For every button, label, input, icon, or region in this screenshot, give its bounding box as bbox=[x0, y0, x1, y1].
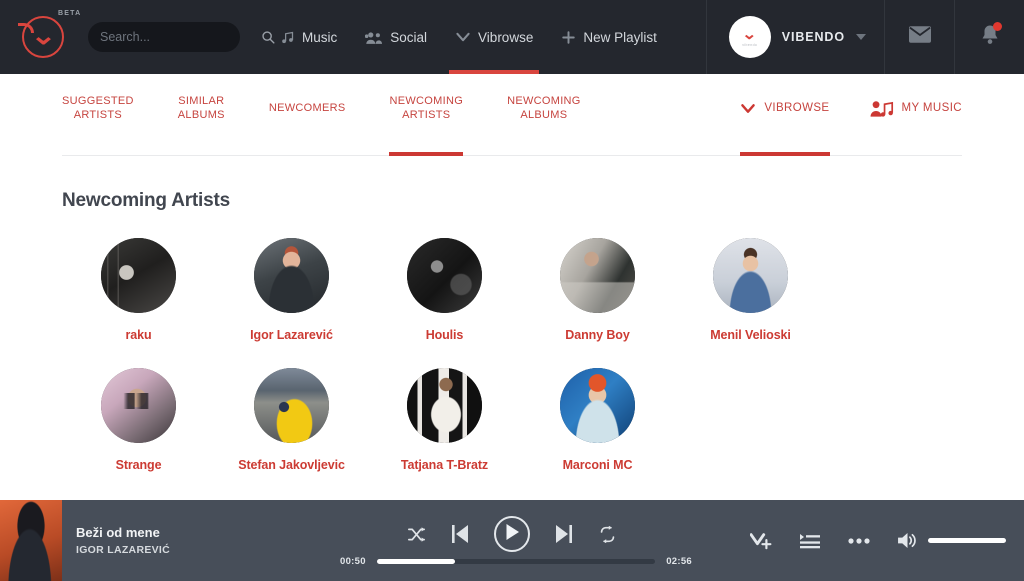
track-title: Beži od mene bbox=[76, 525, 160, 540]
next-track-icon[interactable] bbox=[556, 525, 572, 543]
artist-name: Igor Lazarević bbox=[250, 328, 333, 342]
tab-bar: SUGGESTED ARTISTS SIMILAR ALBUMS NEWCOME… bbox=[0, 74, 1024, 156]
play-button[interactable] bbox=[494, 516, 530, 552]
nav-label: Vibrowse bbox=[478, 29, 534, 45]
add-to-vibrowse-icon[interactable] bbox=[750, 532, 772, 550]
artist-card[interactable]: Menil Velioski bbox=[674, 238, 827, 342]
artist-card[interactable]: Tatjana T-Bratz bbox=[368, 368, 521, 472]
artist-name: Marconi MC bbox=[562, 458, 633, 472]
artist-card[interactable]: Strange bbox=[62, 368, 215, 472]
vibendo-logo-icon: ⌄ bbox=[18, 16, 64, 58]
shuffle-icon[interactable] bbox=[407, 526, 426, 543]
app-logo[interactable]: ⌄ BETA bbox=[0, 0, 86, 74]
nav-item-new-playlist[interactable]: New Playlist bbox=[547, 0, 671, 74]
avatar: ⌄ vibendo bbox=[728, 16, 771, 58]
artist-card[interactable]: raku bbox=[62, 238, 215, 342]
time-total: 02:56 bbox=[666, 556, 692, 567]
artist-name: Menil Velioski bbox=[710, 328, 791, 342]
tab-list: SUGGESTED ARTISTS SIMILAR ALBUMS NEWCOME… bbox=[62, 74, 625, 156]
plus-icon bbox=[561, 30, 576, 45]
progress-bar[interactable] bbox=[376, 559, 656, 564]
nav-label: New Playlist bbox=[583, 29, 657, 45]
player-right-controls bbox=[750, 500, 1006, 581]
search-input[interactable] bbox=[100, 30, 261, 44]
nav-item-vibrowse[interactable]: Vibrowse bbox=[441, 0, 547, 74]
nav-label: Social bbox=[390, 29, 428, 45]
person-music-icon bbox=[870, 100, 894, 117]
artist-card[interactable]: Houlis bbox=[368, 238, 521, 342]
artist-name: Tatjana T-Bratz bbox=[400, 458, 489, 472]
notification-badge bbox=[993, 22, 1002, 31]
artist-name: Stefan Jakovljevic bbox=[238, 458, 345, 472]
avatar bbox=[407, 368, 482, 443]
previous-track-icon[interactable] bbox=[452, 525, 468, 543]
avatar-caption: vibendo bbox=[742, 43, 758, 47]
volume-slider[interactable] bbox=[928, 538, 1006, 543]
search-box[interactable] bbox=[88, 22, 275, 52]
tab-list-right: VIBROWSE MY MUSIC bbox=[700, 74, 962, 156]
nav-item-music[interactable]: Music bbox=[266, 0, 351, 74]
track-info: Beži od mene IGOR LAZAREVIĆ bbox=[76, 525, 170, 556]
tab-vibrowse[interactable]: VIBROWSE bbox=[740, 74, 830, 156]
top-header: ⌄ BETA Music bbox=[0, 0, 1024, 74]
tab-label: VIBROWSE bbox=[764, 102, 830, 114]
main-nav: Music Social Vibrowse New Playlist bbox=[266, 0, 671, 74]
user-menu[interactable]: ⌄ vibendo VIBENDO bbox=[705, 0, 884, 74]
artist-grid: raku Igor Lazarević Houlis Danny Boy Men… bbox=[62, 238, 962, 497]
player-bar: Beži od mene IGOR LAZAREVIĆ 00:50 02:56 bbox=[0, 500, 1024, 581]
avatar bbox=[101, 368, 176, 443]
avatar bbox=[713, 238, 788, 313]
avatar bbox=[254, 238, 329, 313]
envelope-icon bbox=[908, 26, 931, 48]
chevron-v-icon bbox=[455, 30, 471, 44]
progress-row: 00:50 02:56 bbox=[340, 556, 692, 567]
messages-button[interactable] bbox=[884, 0, 954, 74]
now-playing: Beži od mene IGOR LAZAREVIĆ bbox=[0, 500, 170, 581]
chevron-down-icon bbox=[856, 34, 866, 40]
avatar bbox=[560, 238, 635, 313]
avatar bbox=[407, 238, 482, 313]
avatar bbox=[254, 368, 329, 443]
tab-newcomers[interactable]: NEWCOMERS bbox=[269, 74, 346, 156]
nav-item-social[interactable]: Social bbox=[351, 0, 441, 74]
album-art-thumbnail[interactable] bbox=[0, 500, 62, 581]
avatar bbox=[560, 368, 635, 443]
tab-label: MY MUSIC bbox=[901, 102, 962, 114]
play-icon bbox=[505, 523, 519, 545]
queue-list-icon[interactable] bbox=[800, 532, 820, 550]
page-title: Newcoming Artists bbox=[62, 190, 230, 211]
artist-name: Danny Boy bbox=[565, 328, 630, 342]
artist-name: Strange bbox=[115, 458, 162, 472]
avatar bbox=[101, 238, 176, 313]
beta-label: BETA bbox=[58, 10, 82, 17]
artist-name: raku bbox=[125, 328, 152, 342]
volume-control bbox=[898, 532, 1006, 549]
people-group-icon bbox=[365, 30, 383, 45]
music-note-icon bbox=[280, 30, 295, 45]
main-content: Newcoming Artists raku Igor Lazarević Ho… bbox=[0, 156, 1024, 497]
artist-name: Houlis bbox=[425, 328, 464, 342]
artist-card[interactable]: Marconi MC bbox=[521, 368, 674, 472]
tab-newcoming-albums[interactable]: NEWCOMING ALBUMS bbox=[507, 74, 581, 156]
more-options-icon[interactable] bbox=[848, 537, 870, 544]
tab-suggested-artists[interactable]: SUGGESTED ARTISTS bbox=[62, 74, 134, 156]
header-right: ⌄ vibendo VIBENDO bbox=[705, 0, 1024, 74]
tab-newcoming-artists[interactable]: NEWCOMING ARTISTS bbox=[389, 74, 463, 156]
artist-card[interactable]: Igor Lazarević bbox=[215, 238, 368, 342]
tab-similar-albums[interactable]: SIMILAR ALBUMS bbox=[178, 74, 225, 156]
vibendo-app: ⌄ BETA Music bbox=[0, 0, 1024, 581]
volume-icon[interactable] bbox=[898, 532, 917, 549]
artist-card[interactable]: Danny Boy bbox=[521, 238, 674, 342]
notifications-button[interactable] bbox=[954, 0, 1024, 74]
tab-my-music[interactable]: MY MUSIC bbox=[870, 74, 963, 156]
repeat-icon[interactable] bbox=[598, 525, 617, 543]
volume-fill bbox=[928, 538, 1006, 543]
chevron-v-icon bbox=[740, 102, 756, 115]
time-elapsed: 00:50 bbox=[340, 556, 366, 567]
progress-fill bbox=[376, 559, 455, 564]
track-artist: IGOR LAZAREVIĆ bbox=[76, 544, 171, 556]
user-name: VIBENDO bbox=[781, 30, 845, 44]
nav-label: Music bbox=[302, 29, 338, 45]
artist-card[interactable]: Stefan Jakovljevic bbox=[215, 368, 368, 472]
